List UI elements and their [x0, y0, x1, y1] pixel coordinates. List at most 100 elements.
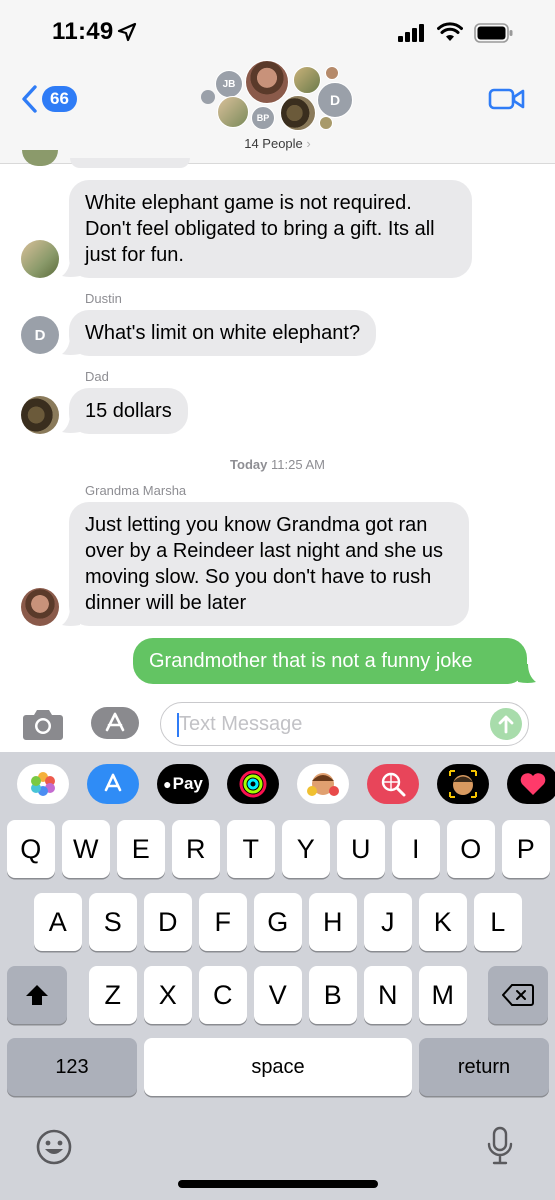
message-bubble[interactable]: What's limit on white elephant? — [69, 310, 377, 356]
send-button[interactable] — [490, 708, 522, 740]
mic-icon[interactable] — [486, 1126, 514, 1166]
battery-icon — [474, 23, 513, 43]
app-store-icon[interactable] — [90, 706, 140, 740]
space-key-label: space — [251, 1055, 305, 1078]
key-n[interactable]: N — [364, 966, 412, 1024]
status-time: 11:49 — [52, 18, 114, 45]
key-b[interactable]: B — [309, 966, 357, 1024]
key-label: W — [73, 833, 99, 864]
sender-avatar — [21, 396, 59, 434]
key-z[interactable]: Z — [89, 966, 137, 1024]
message-bubble[interactable]: Just letting you know Grandma got ran ov… — [69, 502, 469, 626]
key-label: I — [411, 833, 420, 864]
shift-key[interactable] — [7, 966, 67, 1024]
avatar-bp: BP — [251, 106, 275, 130]
send-arrow-icon — [498, 715, 514, 734]
key-label: Z — [104, 979, 122, 1010]
message-bubble[interactable]: White elephant game is not required. Don… — [69, 180, 472, 278]
message-text: White elephant game is not required. Don… — [85, 192, 435, 266]
activity-icon[interactable] — [227, 764, 279, 804]
key-s[interactable]: S — [89, 893, 137, 951]
key-label: T — [242, 833, 260, 864]
group-avatars[interactable]: JB BP D — [195, 60, 365, 134]
return-key[interactable]: return — [419, 1038, 549, 1096]
heart-icon[interactable] — [507, 764, 555, 804]
key-u[interactable]: U — [337, 820, 385, 878]
animoji-glyph — [449, 770, 477, 798]
avatar-bp-initials: BP — [256, 113, 270, 123]
avatar-photo-main — [245, 60, 289, 104]
animoji-icon[interactable] — [437, 764, 489, 804]
message-bubble[interactable]: 15 dollars — [69, 388, 188, 434]
key-label: Y — [296, 833, 315, 864]
key-g[interactable]: G — [254, 893, 302, 951]
apple-pay-icon[interactable]: ● Pay — [157, 764, 209, 804]
key-k[interactable]: K — [419, 893, 467, 951]
numbers-key[interactable]: 123 — [7, 1038, 137, 1096]
imessage-app-strip: ● Pay — [0, 764, 555, 810]
people-count-link[interactable]: 14 People › — [0, 136, 555, 151]
key-c[interactable]: C — [199, 966, 247, 1024]
small-contact-avatar — [201, 90, 215, 104]
sender-avatar — [21, 240, 59, 278]
space-key[interactable]: space — [144, 1038, 412, 1096]
unread-count-badge: 66 — [42, 86, 77, 112]
key-d[interactable]: D — [144, 893, 192, 951]
photos-icon[interactable] — [17, 764, 69, 804]
key-label: H — [323, 906, 343, 937]
key-x[interactable]: X — [144, 966, 192, 1024]
activity-rings — [239, 770, 267, 798]
key-f[interactable]: F — [199, 893, 247, 951]
key-label: F — [214, 906, 232, 937]
search-globe-icon[interactable] — [367, 764, 419, 804]
key-p[interactable]: P — [502, 820, 550, 878]
key-h[interactable]: H — [309, 893, 357, 951]
back-button[interactable]: 66 — [20, 84, 77, 114]
message-text: Grandmother that is not a funny joke — [149, 650, 473, 672]
key-label: O — [460, 833, 482, 864]
key-label: C — [213, 979, 233, 1010]
people-chevron-icon: › — [306, 136, 311, 151]
avatar-photo-small — [325, 66, 339, 80]
key-label: M — [431, 979, 455, 1010]
key-label: S — [103, 906, 122, 937]
camera-icon[interactable] — [22, 708, 64, 740]
key-a[interactable]: A — [34, 893, 82, 951]
key-label: D — [158, 906, 178, 937]
memoji-icon[interactable] — [297, 764, 349, 804]
key-label: R — [186, 833, 206, 864]
message-input[interactable] — [179, 709, 479, 739]
avatar-jb: JB — [215, 70, 243, 98]
message-bubble-outgoing[interactable]: Grandmother that is not a funny joke — [133, 638, 527, 684]
key-o[interactable]: O — [447, 820, 495, 878]
apple-glyph: ● — [163, 776, 172, 792]
avatar-d: D — [317, 82, 353, 118]
emoji-icon[interactable] — [35, 1128, 73, 1166]
avatar-photo-group — [293, 66, 321, 94]
app-store-app-icon[interactable] — [87, 764, 139, 804]
heart-glyph — [520, 773, 546, 795]
key-m[interactable]: M — [419, 966, 467, 1024]
message-compose-field[interactable] — [160, 702, 529, 746]
key-w[interactable]: W — [62, 820, 110, 878]
key-q[interactable]: Q — [7, 820, 55, 878]
key-t[interactable]: T — [227, 820, 275, 878]
delete-key[interactable] — [488, 966, 548, 1024]
key-e[interactable]: E — [117, 820, 165, 878]
sender-name: Dustin — [85, 291, 122, 306]
message-text: What's limit on white elephant? — [85, 322, 361, 344]
memoji-glyph — [307, 773, 339, 796]
key-label: K — [433, 906, 452, 937]
key-i[interactable]: I — [392, 820, 440, 878]
status-bar: 11:49 — [0, 0, 555, 62]
key-j[interactable]: J — [364, 893, 412, 951]
key-label: N — [378, 979, 398, 1010]
key-v[interactable]: V — [254, 966, 302, 1024]
video-call-icon[interactable] — [488, 86, 526, 112]
sender-name: Grandma Marsha — [85, 483, 187, 498]
key-label: A — [48, 906, 67, 937]
key-y[interactable]: Y — [282, 820, 330, 878]
key-r[interactable]: R — [172, 820, 220, 878]
wifi-icon — [437, 22, 463, 41]
key-l[interactable]: L — [474, 893, 522, 951]
